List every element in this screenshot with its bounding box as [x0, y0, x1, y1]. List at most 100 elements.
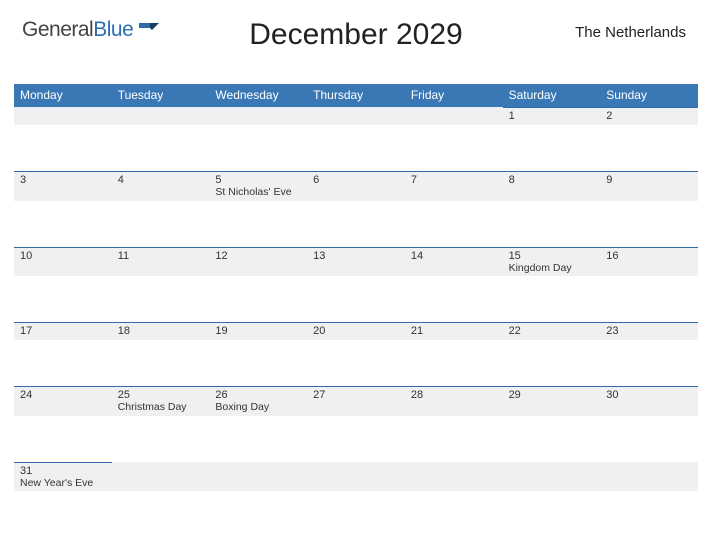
week-numband: 1 2: [14, 107, 698, 125]
day-body: [209, 416, 307, 462]
day-body: [112, 491, 210, 537]
day-body: [503, 416, 601, 462]
day-body: [600, 276, 698, 322]
day-cell: 8: [503, 171, 601, 201]
day-body: [600, 201, 698, 247]
day-cell: 10: [14, 247, 112, 277]
day-cell: 20: [307, 322, 405, 340]
week-body: [14, 201, 698, 247]
day-cell: 11: [112, 247, 210, 277]
day-number: 6: [313, 174, 399, 186]
day-cell: [405, 107, 503, 125]
day-body: [405, 491, 503, 537]
holiday-label: Kingdom Day: [509, 263, 595, 275]
day-header: Thursday: [307, 84, 405, 107]
day-number: 20: [313, 325, 399, 337]
day-cell: 26Boxing Day: [209, 386, 307, 416]
day-cell: [209, 107, 307, 125]
calendar-region: The Netherlands: [575, 24, 686, 41]
day-number: 15: [509, 250, 595, 262]
brand-logo: GeneralBlue: [22, 18, 160, 42]
day-body: [405, 416, 503, 462]
brand-blue: Blue: [93, 18, 133, 41]
day-body: [209, 201, 307, 247]
week-numband: 31New Year's Eve: [14, 462, 698, 492]
day-number: 28: [411, 389, 497, 401]
day-header: Sunday: [600, 84, 698, 107]
day-number: 25: [118, 389, 204, 401]
brand-flag-icon: [138, 21, 160, 37]
day-cell: 15Kingdom Day: [503, 247, 601, 277]
day-body: [112, 340, 210, 386]
day-body: [307, 276, 405, 322]
day-body: [209, 125, 307, 171]
day-header: Monday: [14, 84, 112, 107]
day-header: Friday: [405, 84, 503, 107]
day-cell: 19: [209, 322, 307, 340]
day-body: [14, 125, 112, 171]
day-cell: 14: [405, 247, 503, 277]
day-body: [405, 201, 503, 247]
day-body: [503, 201, 601, 247]
brand-general: General: [22, 18, 93, 41]
day-number: 14: [411, 250, 497, 262]
day-body: [405, 340, 503, 386]
day-cell: 25Christmas Day: [112, 386, 210, 416]
day-cell: [209, 462, 307, 492]
day-headers-row: Monday Tuesday Wednesday Thursday Friday…: [14, 84, 698, 107]
day-number: 21: [411, 325, 497, 337]
day-body: [14, 276, 112, 322]
day-number: 13: [313, 250, 399, 262]
day-cell: 27: [307, 386, 405, 416]
day-body: [14, 416, 112, 462]
day-cell: 5St Nicholas' Eve: [209, 171, 307, 201]
day-number: 7: [411, 174, 497, 186]
week-body: [14, 340, 698, 386]
day-number: 24: [20, 389, 106, 401]
day-cell: [307, 462, 405, 492]
day-number: 31: [20, 465, 106, 477]
day-body: [307, 491, 405, 537]
day-body: [14, 491, 112, 537]
day-body: [503, 276, 601, 322]
day-body: [307, 201, 405, 247]
calendar-title: December 2029: [249, 18, 462, 52]
day-header: Saturday: [503, 84, 601, 107]
day-cell: 7: [405, 171, 503, 201]
calendar-grid: Monday Tuesday Wednesday Thursday Friday…: [14, 84, 698, 537]
day-body: [14, 340, 112, 386]
day-body: [503, 340, 601, 386]
day-body: [405, 125, 503, 171]
week-body: [14, 125, 698, 171]
day-cell: 13: [307, 247, 405, 277]
day-header: Wednesday: [209, 84, 307, 107]
day-cell: [112, 462, 210, 492]
day-number: 9: [606, 174, 692, 186]
day-number: 5: [215, 174, 301, 186]
day-number: 8: [509, 174, 595, 186]
day-body: [307, 416, 405, 462]
day-body: [307, 340, 405, 386]
day-number: 23: [606, 325, 692, 337]
day-cell: 23: [600, 322, 698, 340]
day-cell: 22: [503, 322, 601, 340]
day-cell: 30: [600, 386, 698, 416]
day-number: 19: [215, 325, 301, 337]
day-body: [307, 125, 405, 171]
day-cell: 18: [112, 322, 210, 340]
day-cell: 24: [14, 386, 112, 416]
week-body: [14, 491, 698, 537]
day-number: 10: [20, 250, 106, 262]
day-number: 11: [118, 250, 204, 262]
day-body: [209, 491, 307, 537]
day-cell: 21: [405, 322, 503, 340]
brand-text: GeneralBlue: [22, 18, 133, 42]
day-body: [600, 340, 698, 386]
day-number: 29: [509, 389, 595, 401]
calendar-header: GeneralBlue December 2029 The Netherland…: [14, 18, 698, 66]
day-cell: 12: [209, 247, 307, 277]
day-body: [112, 416, 210, 462]
day-cell: 1: [503, 107, 601, 125]
day-number: 27: [313, 389, 399, 401]
holiday-label: New Year's Eve: [20, 478, 106, 490]
